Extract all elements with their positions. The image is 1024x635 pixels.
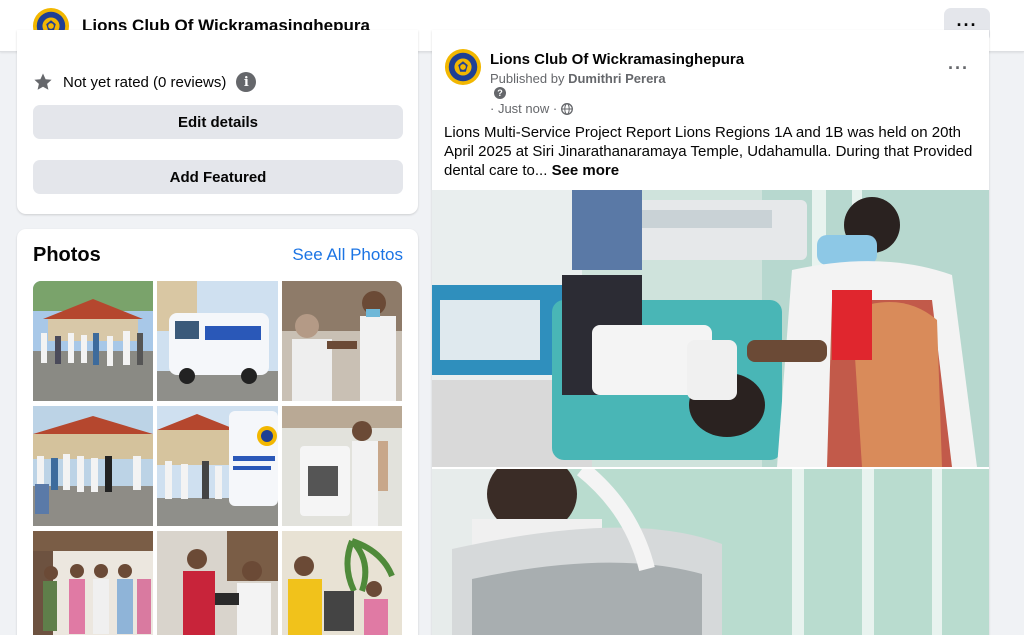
post-body: Lions Multi-Service Project Report Lions… — [444, 123, 980, 180]
photos-card: Photos See All Photos — [17, 229, 418, 635]
published-prefix: Published by — [490, 71, 569, 86]
info-icon[interactable]: i — [236, 72, 257, 92]
photo-thumbnail[interactable] — [33, 281, 153, 401]
photos-title: Photos — [33, 244, 101, 266]
photo-grid — [33, 281, 403, 635]
globe-icon — [561, 102, 574, 115]
photo-thumbnail[interactable] — [33, 531, 153, 635]
rating-text: Not yet rated (0 reviews) — [63, 73, 227, 91]
post-timestamp-row: · Just now · — [490, 101, 574, 116]
post-author[interactable]: Lions Club Of Wickramasinghepura — [490, 51, 744, 68]
photo-thumbnail[interactable] — [282, 531, 402, 635]
star-icon — [34, 73, 52, 90]
post-more-options-button[interactable]: ··· — [948, 58, 969, 79]
photo-thumbnail[interactable] — [157, 281, 278, 401]
post-text: Lions Multi-Service Project Report Lions… — [444, 124, 973, 179]
photo-thumbnail[interactable] — [33, 406, 153, 526]
post-timestamp[interactable]: · Just now · — [490, 101, 557, 116]
see-all-photos-link[interactable]: See All Photos — [292, 245, 403, 265]
photo-thumbnail[interactable] — [282, 281, 402, 401]
question-icon[interactable]: ? — [494, 87, 506, 99]
post-published-by: Published by Dumithri Perera — [490, 71, 666, 86]
post-card: Lions Club Of Wickramasinghepura Publish… — [432, 30, 989, 635]
rating-row: Not yet rated (0 reviews) i — [33, 72, 257, 92]
page-info-card: Not yet rated (0 reviews) i Edit details… — [17, 30, 418, 214]
edit-details-button[interactable]: Edit details — [33, 105, 403, 139]
lions-logo-icon[interactable] — [444, 48, 482, 86]
see-more-link[interactable]: See more — [552, 162, 620, 179]
photo-thumbnail[interactable] — [157, 531, 278, 635]
publisher-name[interactable]: Dumithri Perera — [568, 71, 666, 86]
photo-thumbnail[interactable] — [282, 406, 402, 526]
add-featured-button[interactable]: Add Featured — [33, 160, 403, 194]
post-photo[interactable] — [432, 469, 989, 635]
post-photo[interactable] — [432, 190, 989, 467]
photo-thumbnail[interactable] — [157, 406, 278, 526]
